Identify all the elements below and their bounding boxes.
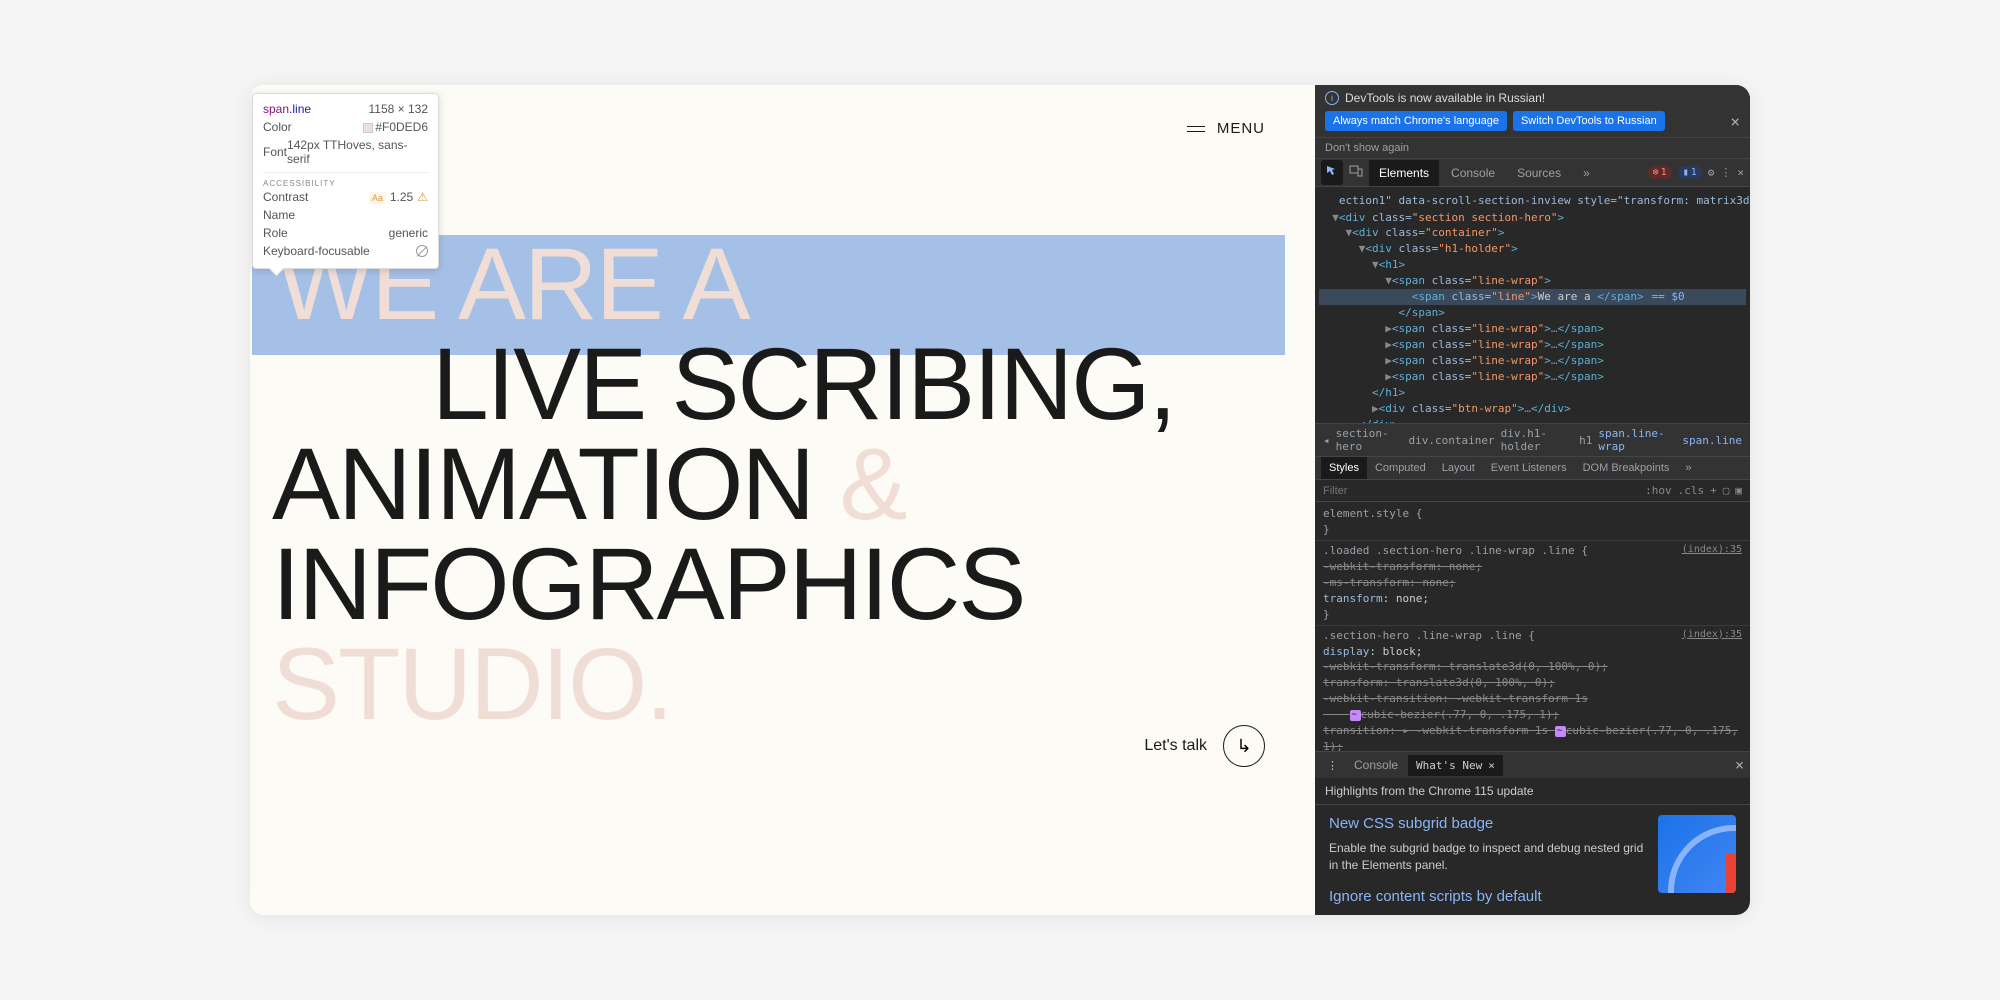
tab-console[interactable]: Console	[1441, 160, 1505, 186]
hero-line-2: LIVE SCRIBING,	[252, 335, 1315, 435]
news-image	[1658, 815, 1736, 893]
styles-tabs-overflow-icon[interactable]: »	[1677, 457, 1699, 479]
a11y-role-value: generic	[389, 226, 428, 240]
arrow-icon: ↳	[1223, 725, 1265, 767]
banner-dont-show[interactable]: Don't show again	[1315, 138, 1750, 159]
error-count-badge[interactable]: ⊗1	[1648, 166, 1672, 179]
info-icon: i	[1325, 91, 1339, 105]
drawer-tab-whatsnew[interactable]: What's New×	[1408, 755, 1503, 776]
color-swatch-icon	[363, 123, 373, 133]
inspect-tool-icon[interactable]	[1321, 160, 1343, 185]
hero-line-3: ANIMATION &	[252, 435, 1315, 535]
news-title-1[interactable]: New CSS subgrid badge	[1329, 815, 1646, 832]
selected-dom-node: <span class="line">We are a </span>== $0	[1319, 289, 1746, 305]
a11y-contrast-value: 1.25	[390, 190, 413, 204]
settings-icon[interactable]: ⚙	[1708, 166, 1715, 179]
drawer-tab-console[interactable]: Console	[1344, 752, 1408, 778]
styles-filter-bar: :hov .cls + ▢ ▣	[1315, 480, 1750, 502]
a11y-role-label: Role	[263, 226, 288, 240]
news-desc-1: Enable the subgrid badge to inspect and …	[1329, 840, 1646, 874]
tooltip-font-label: Font	[263, 145, 287, 159]
website-pane: MENU span.line 1158 × 132 Color #F0DED6 …	[250, 85, 1315, 915]
a11y-name-label: Name	[263, 208, 295, 222]
banner-switch-button[interactable]: Switch DevTools to Russian	[1513, 111, 1665, 131]
styles-filter-input[interactable]	[1323, 485, 1645, 497]
inspect-tooltip: span.line 1158 × 132 Color #F0DED6 Font …	[252, 93, 439, 269]
tab-elements[interactable]: Elements	[1369, 160, 1439, 186]
cls-toggle[interactable]: .cls	[1678, 484, 1705, 497]
hero-line-5: STUDIO.	[252, 635, 1315, 735]
tooltip-dimensions: 1158 × 132	[368, 102, 428, 116]
tab-event-listeners[interactable]: Event Listeners	[1483, 457, 1575, 479]
aa-badge-icon: Aa	[369, 192, 386, 204]
banner-message: DevTools is now available in Russian!	[1345, 91, 1545, 105]
device-toggle-icon[interactable]	[1345, 164, 1367, 181]
banner-match-button[interactable]: Always match Chrome's language	[1325, 111, 1507, 131]
styles-tabs: Styles Computed Layout Event Listeners D…	[1315, 457, 1750, 480]
tab-styles[interactable]: Styles	[1321, 457, 1367, 479]
issue-count-badge[interactable]: ▮1	[1678, 166, 1702, 179]
tooltip-tag: span	[263, 102, 289, 116]
devtools-main-tabs: Elements Console Sources » ⊗1 ▮1 ⚙ ⋮ ×	[1315, 159, 1750, 187]
hero-heading: WE ARE A LIVE SCRIBING, ANIMATION & INFO…	[252, 235, 1315, 735]
a11y-kbd-label: Keyboard-focusable	[263, 244, 370, 258]
whatsnew-content: New CSS subgrid badge Enable the subgrid…	[1315, 805, 1750, 915]
news-title-2[interactable]: Ignore content scripts by default	[1329, 888, 1646, 905]
drawer-kebab-icon[interactable]: ⋮	[1321, 759, 1344, 772]
site-header: MENU	[1187, 120, 1265, 137]
hamburger-icon[interactable]	[1187, 126, 1205, 132]
warning-icon: ⚠	[417, 190, 428, 204]
tooltip-color-label: Color	[263, 120, 292, 134]
hero-section: WE ARE A LIVE SCRIBING, ANIMATION & INFO…	[252, 235, 1315, 735]
dom-tree[interactable]: ection1" data-scroll-section-inview styl…	[1315, 187, 1750, 423]
close-icon[interactable]: ×	[1730, 112, 1740, 131]
cta-label: Let's talk	[1144, 737, 1207, 755]
devtools-pane: i DevTools is now available in Russian! …	[1315, 85, 1750, 915]
tab-sources[interactable]: Sources	[1507, 160, 1571, 186]
hero-line-4: INFOGRAPHICS	[252, 535, 1315, 635]
not-focusable-icon	[416, 245, 428, 257]
tabs-overflow-icon[interactable]: »	[1573, 160, 1600, 186]
tooltip-font-value: 142px TTHoves, sans-serif	[287, 138, 428, 166]
devtools-banner: i DevTools is now available in Russian! …	[1315, 85, 1750, 138]
tooltip-a11y-header: ACCESSIBILITY	[263, 172, 428, 188]
tab-layout[interactable]: Layout	[1434, 457, 1483, 479]
tab-dom-breakpoints[interactable]: DOM Breakpoints	[1575, 457, 1678, 479]
a11y-contrast-label: Contrast	[263, 190, 308, 204]
menu-label[interactable]: MENU	[1217, 120, 1265, 137]
hov-toggle[interactable]: :hov	[1645, 484, 1672, 497]
styles-pane[interactable]: element.style { } (index):35.loaded .sec…	[1315, 502, 1750, 751]
device-icon[interactable]: ▢	[1723, 484, 1730, 497]
breadcrumb[interactable]: ◂ section-hero div.container div.h1-hold…	[1315, 423, 1750, 457]
whatsnew-highlights: Highlights from the Chrome 115 update	[1315, 778, 1750, 805]
devtools-drawer: ⋮ Console What's New× × Highlights from …	[1315, 751, 1750, 915]
close-drawer-icon[interactable]: ×	[1735, 756, 1744, 774]
new-rule-icon[interactable]: +	[1710, 484, 1717, 497]
tab-computed[interactable]: Computed	[1367, 457, 1434, 479]
cta-lets-talk[interactable]: Let's talk ↳	[1144, 725, 1265, 767]
close-tab-icon[interactable]: ×	[1488, 759, 1495, 772]
tooltip-color-value: #F0DED6	[375, 120, 428, 134]
kebab-icon[interactable]: ⋮	[1720, 166, 1731, 179]
tooltip-class: .line	[289, 102, 311, 116]
close-devtools-icon[interactable]: ×	[1737, 166, 1744, 179]
more-icon[interactable]: ▣	[1735, 484, 1742, 497]
